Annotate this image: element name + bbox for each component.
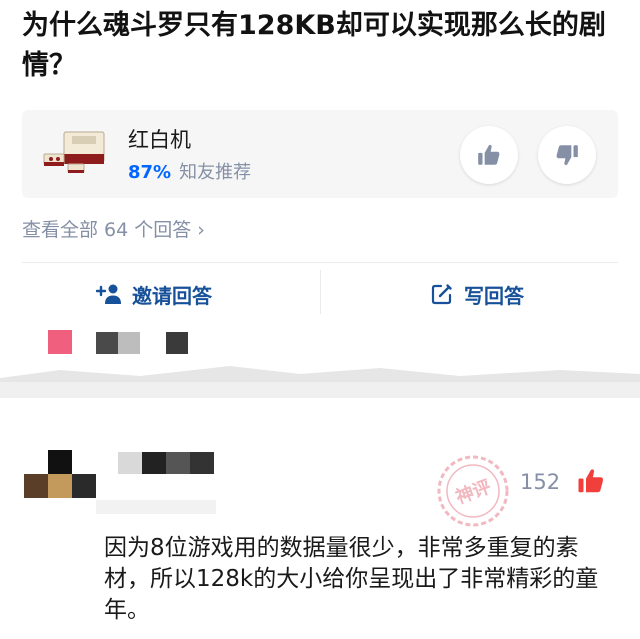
thumbs-up-icon[interactable] <box>576 466 606 496</box>
chevron-right-icon: › <box>197 219 205 241</box>
stamp-text: 神评 <box>453 475 494 508</box>
recommend-line: 87% 知友推荐 <box>128 158 251 184</box>
divider <box>320 270 321 314</box>
recommend-text: 知友推荐 <box>179 162 252 183</box>
recommend-percent: 87% <box>128 162 172 183</box>
pixelated-censor <box>48 474 72 498</box>
pixelated-censor <box>118 452 142 474</box>
section-gap <box>0 382 640 398</box>
invite-answer-button[interactable]: 邀请回答 <box>96 278 212 310</box>
question-title[interactable]: 为什么魂斗罗只有128KB却可以实现那么长的剧情？ <box>22 6 622 86</box>
view-all-text: 查看全部 64 个回答 <box>22 219 192 241</box>
pixelated-censor <box>96 500 216 514</box>
pixelated-censor <box>72 474 96 498</box>
topic-name[interactable]: 红白机 <box>128 124 191 154</box>
topic-card[interactable]: 红白机 87% 知友推荐 <box>22 110 618 198</box>
thumbs-up-button[interactable] <box>460 126 518 184</box>
pixelated-censor <box>166 452 190 474</box>
thumbs-up-icon <box>478 144 500 165</box>
answer-content[interactable]: 因为8位游戏用的数据量很少，非常多重复的素材，所以128k的大小给你呈现出了非常… <box>104 533 624 626</box>
pixelated-censor <box>142 452 166 474</box>
write-answer-button[interactable]: 写回答 <box>430 278 524 310</box>
thumbs-down-button[interactable] <box>538 126 596 184</box>
view-all-answers-link[interactable]: 查看全部 64 个回答 › <box>22 215 205 242</box>
invite-answer-label: 邀请回答 <box>132 283 212 308</box>
divider <box>22 262 618 263</box>
pixelated-censor <box>190 452 214 474</box>
pixelated-censor <box>48 450 72 474</box>
vote-count: 152 <box>520 470 561 494</box>
famicom-console-image <box>43 131 105 173</box>
edit-icon <box>431 284 452 305</box>
shenping-stamp-icon: 神评 <box>437 455 509 527</box>
write-answer-label: 写回答 <box>464 283 524 308</box>
pixelated-censor <box>24 474 48 498</box>
add-person-icon <box>96 284 121 304</box>
thumbs-down-icon <box>556 145 578 166</box>
